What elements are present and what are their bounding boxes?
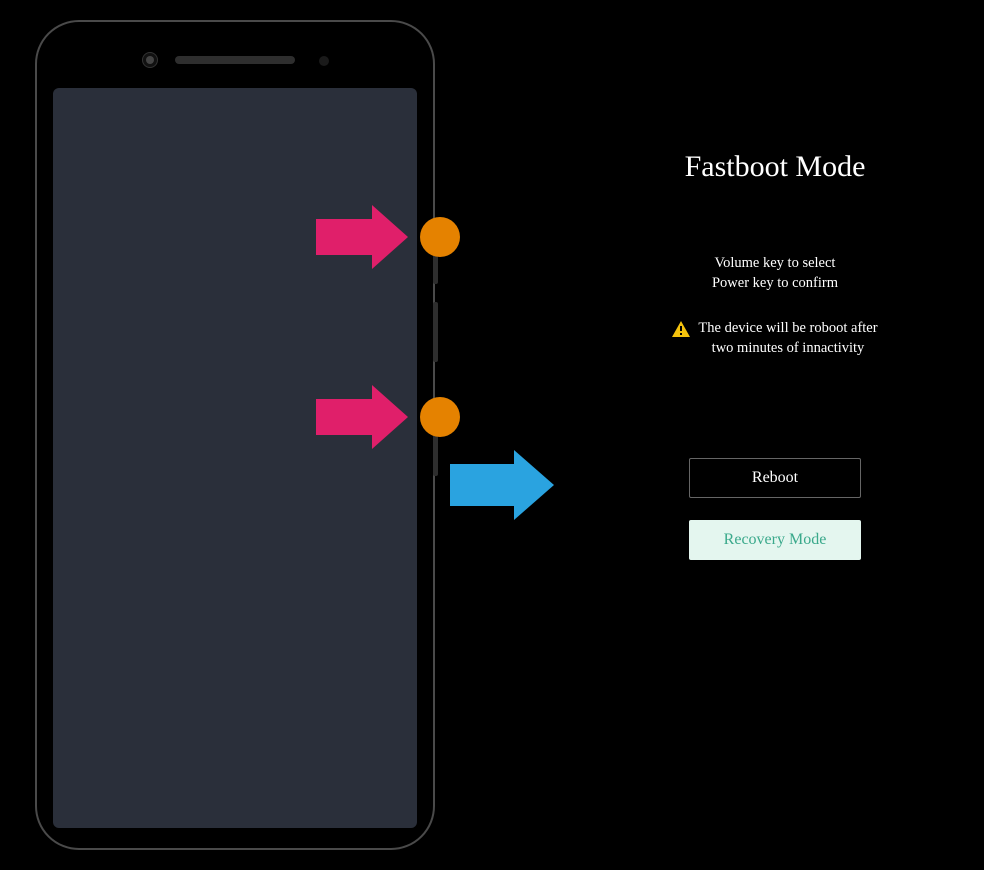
target-dot-power-icon [420, 397, 460, 437]
sensor-icon [319, 56, 329, 66]
panel-warning: The device will be roboot after two minu… [590, 319, 960, 358]
earpiece-icon [175, 56, 295, 64]
target-dot-volume-icon [420, 217, 460, 257]
phone-screen [53, 88, 417, 828]
reboot-button[interactable]: Reboot [689, 458, 861, 498]
volume-down-button[interactable] [433, 302, 438, 362]
instruction-line: Power key to confirm [590, 274, 960, 294]
warning-line: two minutes of innactivity [712, 340, 865, 356]
recovery-mode-button[interactable]: Recovery Mode [689, 520, 861, 560]
panel-instructions: Volume key to select Power key to confir… [590, 254, 960, 293]
warning-line: The device will be roboot after [698, 320, 877, 336]
front-camera-icon [142, 52, 158, 68]
warning-icon [672, 321, 690, 344]
fastboot-panel: Fastboot Mode Volume key to select Power… [590, 150, 960, 582]
panel-title: Fastboot Mode [590, 150, 960, 184]
instruction-line: Volume key to select [590, 254, 960, 274]
